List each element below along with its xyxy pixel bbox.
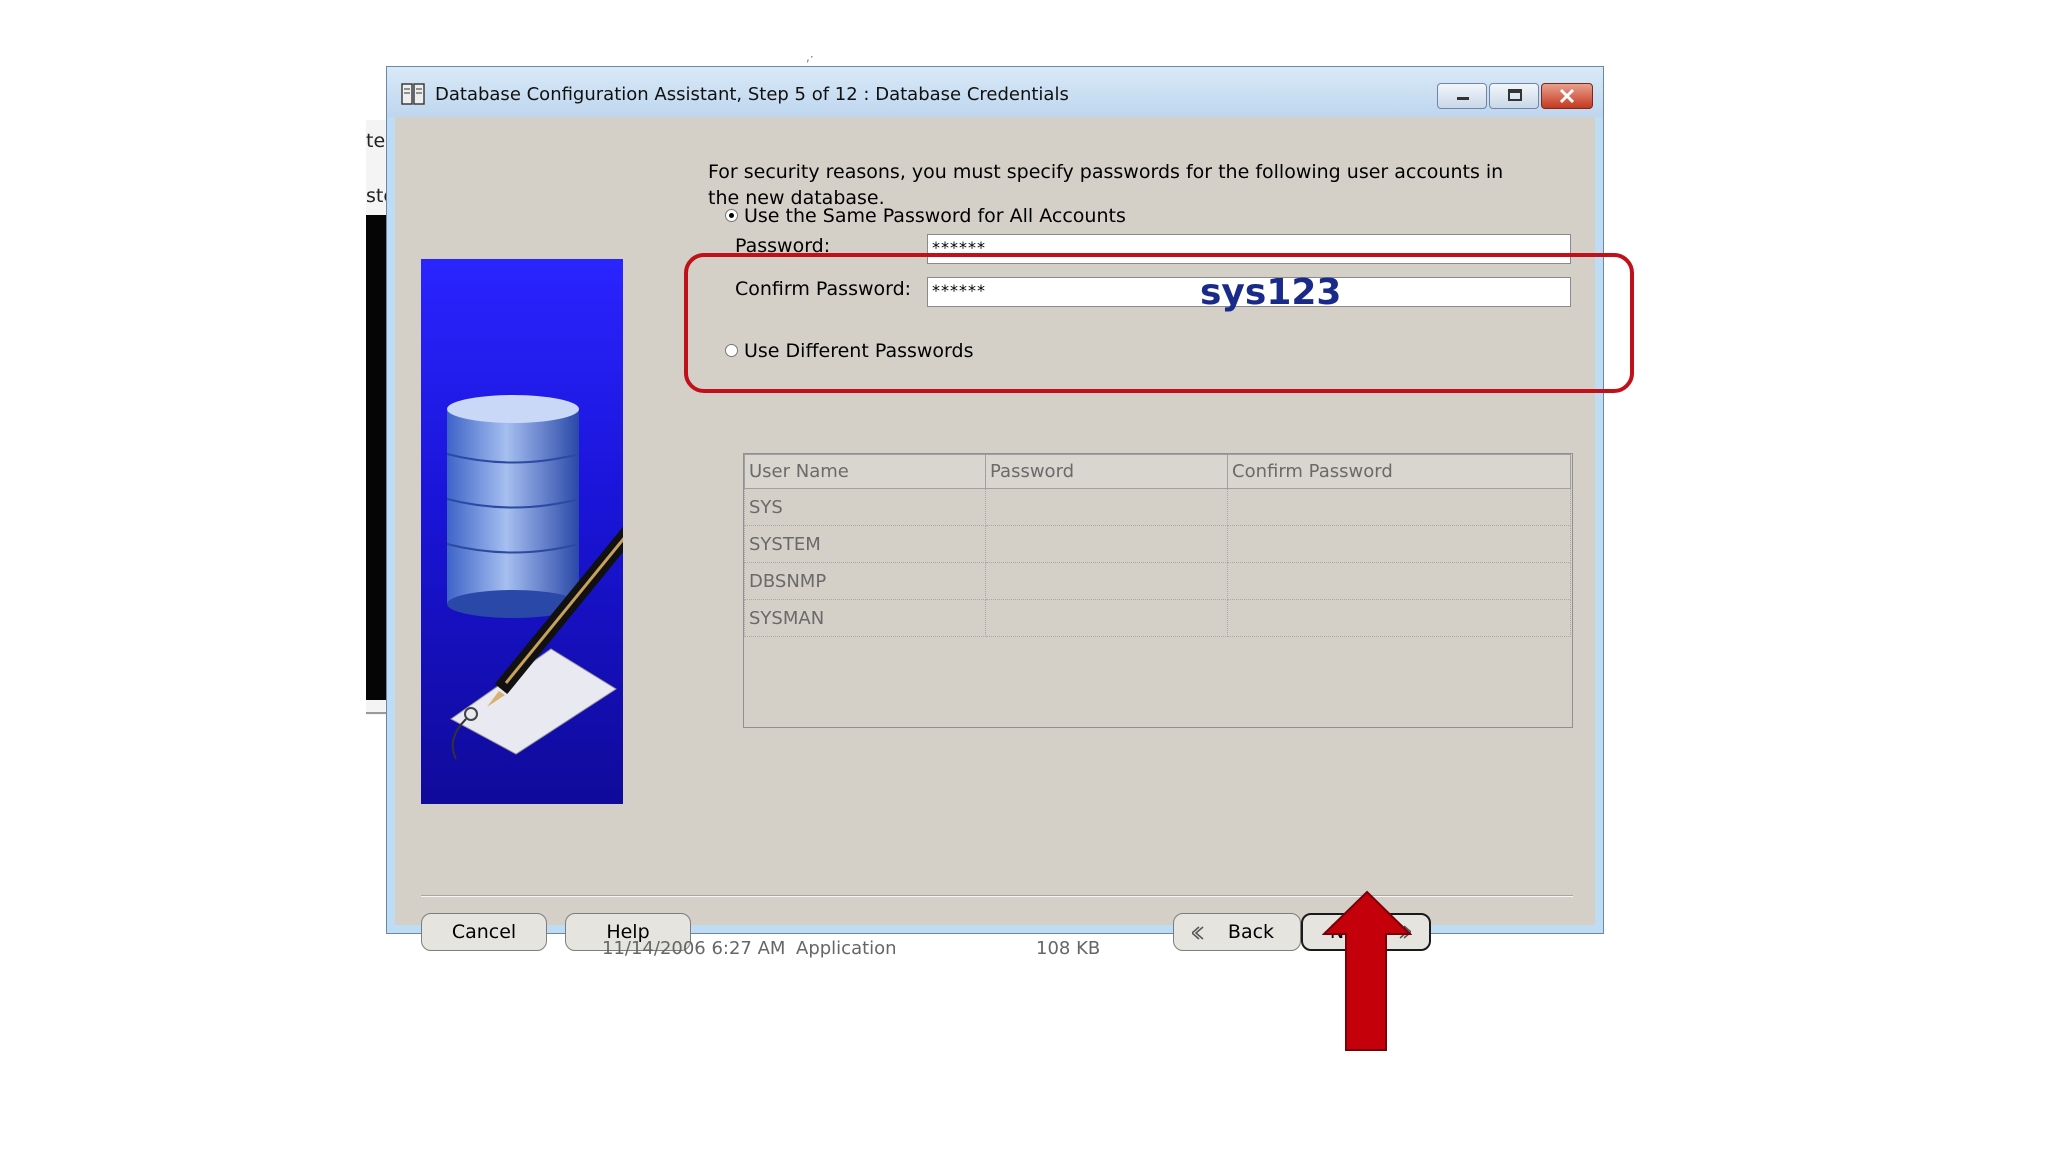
- table-row: DBSNMP: [744, 562, 1571, 600]
- window-title: Database Configuration Assistant, Step 5…: [435, 84, 1069, 105]
- background-divider: [366, 712, 388, 714]
- maximize-icon: [1508, 89, 1522, 101]
- user-name-cell: SYS: [744, 488, 986, 526]
- table-row: SYS: [744, 488, 1571, 526]
- same-password-radio[interactable]: [725, 209, 738, 222]
- user-name-cell: SYSMAN: [744, 599, 986, 637]
- file-type: Application: [796, 938, 897, 959]
- table-row: SYSMAN: [744, 599, 1571, 637]
- confirm-cell: [1227, 488, 1571, 526]
- database-cylinder-icon: [446, 395, 623, 760]
- column-header-confirm-password[interactable]: Confirm Password: [1227, 454, 1571, 489]
- same-password-option[interactable]: Use the Same Password for All Accounts: [725, 205, 1126, 227]
- dialog-content: For security reasons, you must specify p…: [395, 117, 1595, 951]
- back-button[interactable]: Back: [1173, 913, 1301, 951]
- annotation-password-text: sys123: [1200, 272, 1342, 313]
- confirm-cell: [1227, 599, 1571, 637]
- password-cell: [985, 488, 1228, 526]
- title-bar[interactable]: Database Configuration Assistant, Step 5…: [387, 67, 1603, 117]
- password-cell: [985, 562, 1228, 600]
- column-header-password[interactable]: Password: [985, 454, 1228, 489]
- close-button[interactable]: [1541, 83, 1593, 109]
- close-icon: [1559, 88, 1575, 104]
- file-date: 11/14/2006 6:27 AM: [602, 938, 786, 959]
- password-cell: [985, 525, 1228, 563]
- password-cell: [985, 599, 1228, 637]
- dbca-dialog-window: Database Configuration Assistant, Step 5…: [386, 66, 1604, 951]
- confirm-cell: [1227, 525, 1571, 563]
- minimize-icon: [1457, 97, 1469, 100]
- database-app-icon: [401, 83, 425, 105]
- maximize-button[interactable]: [1489, 83, 1539, 109]
- user-passwords-table: User Name Password Confirm Password SYS …: [743, 453, 1573, 728]
- same-password-label: Use the Same Password for All Accounts: [744, 205, 1126, 227]
- red-arrow-icon: [1322, 890, 1412, 1051]
- confirm-cell: [1227, 562, 1571, 600]
- user-name-cell: SYSTEM: [744, 525, 986, 563]
- background-dark-panel: [366, 215, 386, 700]
- intro-text: For security reasons, you must specify p…: [708, 161, 1504, 209]
- minimize-button[interactable]: [1437, 83, 1487, 109]
- database-pen-illustration: [421, 259, 623, 804]
- column-header-user-name[interactable]: User Name: [744, 454, 986, 489]
- highlight-rectangle: [684, 253, 1634, 393]
- cancel-button[interactable]: Cancel: [421, 913, 547, 951]
- user-name-cell: DBSNMP: [744, 562, 986, 600]
- file-size: 108 KB: [1036, 938, 1101, 959]
- background-mark: ,·: [806, 50, 814, 64]
- table-row: SYSTEM: [744, 525, 1571, 563]
